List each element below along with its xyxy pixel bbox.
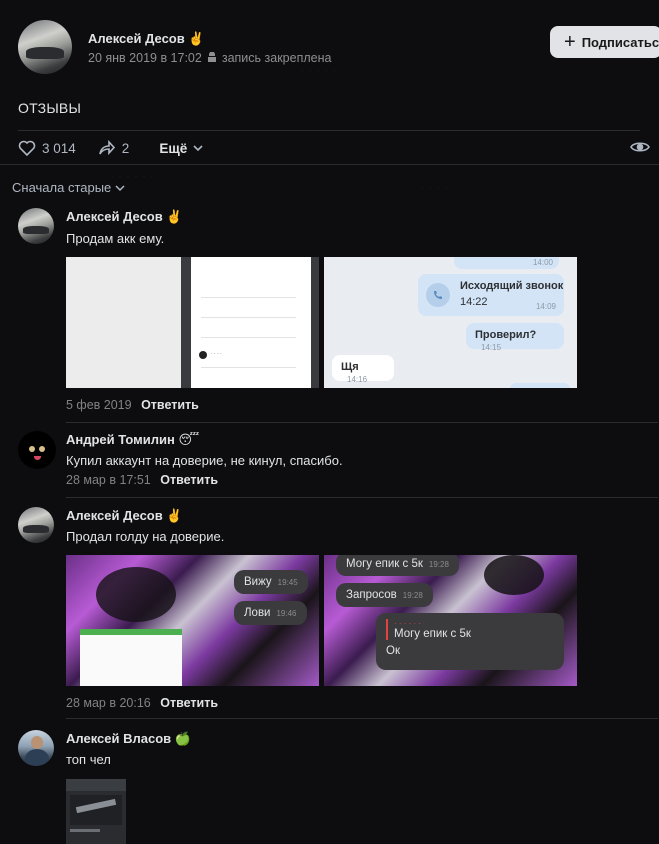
chat-bubble: Вижу 19:45 [234, 570, 308, 594]
comment-author[interactable]: Андрей Томилин 😴 [66, 432, 199, 448]
comment-author[interactable]: Алексей Десов ✌️ [66, 209, 183, 225]
green-apple-emoji-icon: 🍏 [174, 731, 191, 746]
reply-button[interactable]: Ответить [160, 696, 218, 710]
post-author-avatar[interactable] [18, 20, 72, 74]
subscribe-button[interactable]: + Подписаться [550, 26, 659, 58]
chat-bubble: Щя 14:16 [332, 355, 394, 384]
chevron-down-icon [115, 184, 125, 191]
comment-avatar[interactable] [18, 431, 56, 469]
comment-photo[interactable]: · · · · [66, 257, 319, 388]
comment-author[interactable]: Алексей Власов 🍏 [66, 731, 191, 747]
post-author-name[interactable]: Алексей Десов ✌️ [88, 31, 205, 47]
more-button[interactable]: Ещё [159, 141, 203, 156]
divider [66, 422, 658, 423]
comment-meta: 28 мар в 20:16 Ответить [66, 696, 218, 710]
divider [0, 164, 659, 165]
comment-meta: 5 фев 2019 Ответить [66, 398, 199, 412]
heart-icon [18, 140, 36, 156]
divider [66, 718, 658, 719]
pinned-label: запись закреплена [221, 51, 332, 65]
post-date[interactable]: 20 янв 2019 в 17:02 [88, 51, 202, 65]
sort-dropdown[interactable]: Сначала старые [12, 180, 125, 195]
divider [18, 130, 640, 131]
comment-date[interactable]: 5 фев 2019 [66, 398, 132, 412]
chat-bubble: Проверил? 14:15 [466, 323, 564, 352]
share-button[interactable]: 2 [98, 140, 129, 156]
post-meta: 20 янв 2019 в 17:02 запись закреплена [88, 51, 331, 65]
chat-bubble-reply: · · · · · · Могу епик с 5к Ок [376, 613, 564, 670]
comment-photo[interactable]: Могу епик с 5к 19:28 Запросов 19:28 · · · … [324, 555, 577, 686]
post-title: ОТЗЫВЫ [18, 100, 82, 116]
comment-author[interactable]: Алексей Десов ✌️ [66, 508, 183, 524]
victory-hand-emoji-icon: ✌️ [188, 31, 205, 46]
android-icon [207, 52, 216, 62]
reply-button[interactable]: Ответить [160, 473, 218, 487]
post-actions: 3 014 2 Ещё [18, 136, 658, 160]
photo-region [66, 257, 181, 388]
plus-icon: + [564, 31, 576, 53]
share-arrow-icon [99, 140, 115, 156]
sleeping-face-emoji-icon: 😴 [178, 432, 200, 447]
comment-text: топ чел [66, 752, 111, 767]
comment-avatar[interactable] [18, 507, 54, 543]
comment-photo[interactable]: 14:00 Исходящий звонок 14:22 14:09 Прове… [324, 257, 577, 388]
comment-meta: 28 мар в 17:51 Ответить [66, 473, 218, 487]
like-button[interactable]: 3 014 [18, 140, 76, 156]
chat-bubble: 14:00 [454, 257, 559, 269]
victory-hand-emoji-icon: ✌️ [166, 508, 183, 523]
divider [66, 497, 658, 498]
comment-text: Продам акк ему. [66, 231, 165, 246]
reply-button[interactable]: Ответить [141, 398, 199, 412]
chat-bubble: Могу епик с 5к 19:28 [336, 555, 459, 576]
comment-photo[interactable]: Вижу 19:45 Лови 19:46 [66, 555, 319, 686]
comment-photo[interactable] [66, 779, 126, 844]
chevron-down-icon [193, 145, 203, 152]
comment-text: Продал голду на доверие. [66, 529, 225, 544]
chat-bubble: Лови 19:46 [234, 601, 307, 625]
chat-bubble: Запросов 19:28 [336, 583, 433, 607]
comment-avatar[interactable] [18, 730, 54, 766]
phone-screen [80, 629, 182, 686]
comment-text: Купил аккаунт на доверие, не кинул, спас… [66, 453, 343, 468]
phone-icon [434, 291, 442, 299]
chat-bubble [510, 383, 570, 388]
comment-avatar[interactable] [18, 208, 54, 244]
views-eye-icon [630, 140, 650, 157]
phone-screen: · · · · [191, 257, 311, 388]
comment-date[interactable]: 28 мар в 17:51 [66, 473, 151, 487]
chat-bubble-call: Исходящий звонок 14:22 14:09 [418, 274, 564, 316]
victory-hand-emoji-icon: ✌️ [166, 209, 183, 224]
comment-date[interactable]: 28 мар в 20:16 [66, 696, 151, 710]
